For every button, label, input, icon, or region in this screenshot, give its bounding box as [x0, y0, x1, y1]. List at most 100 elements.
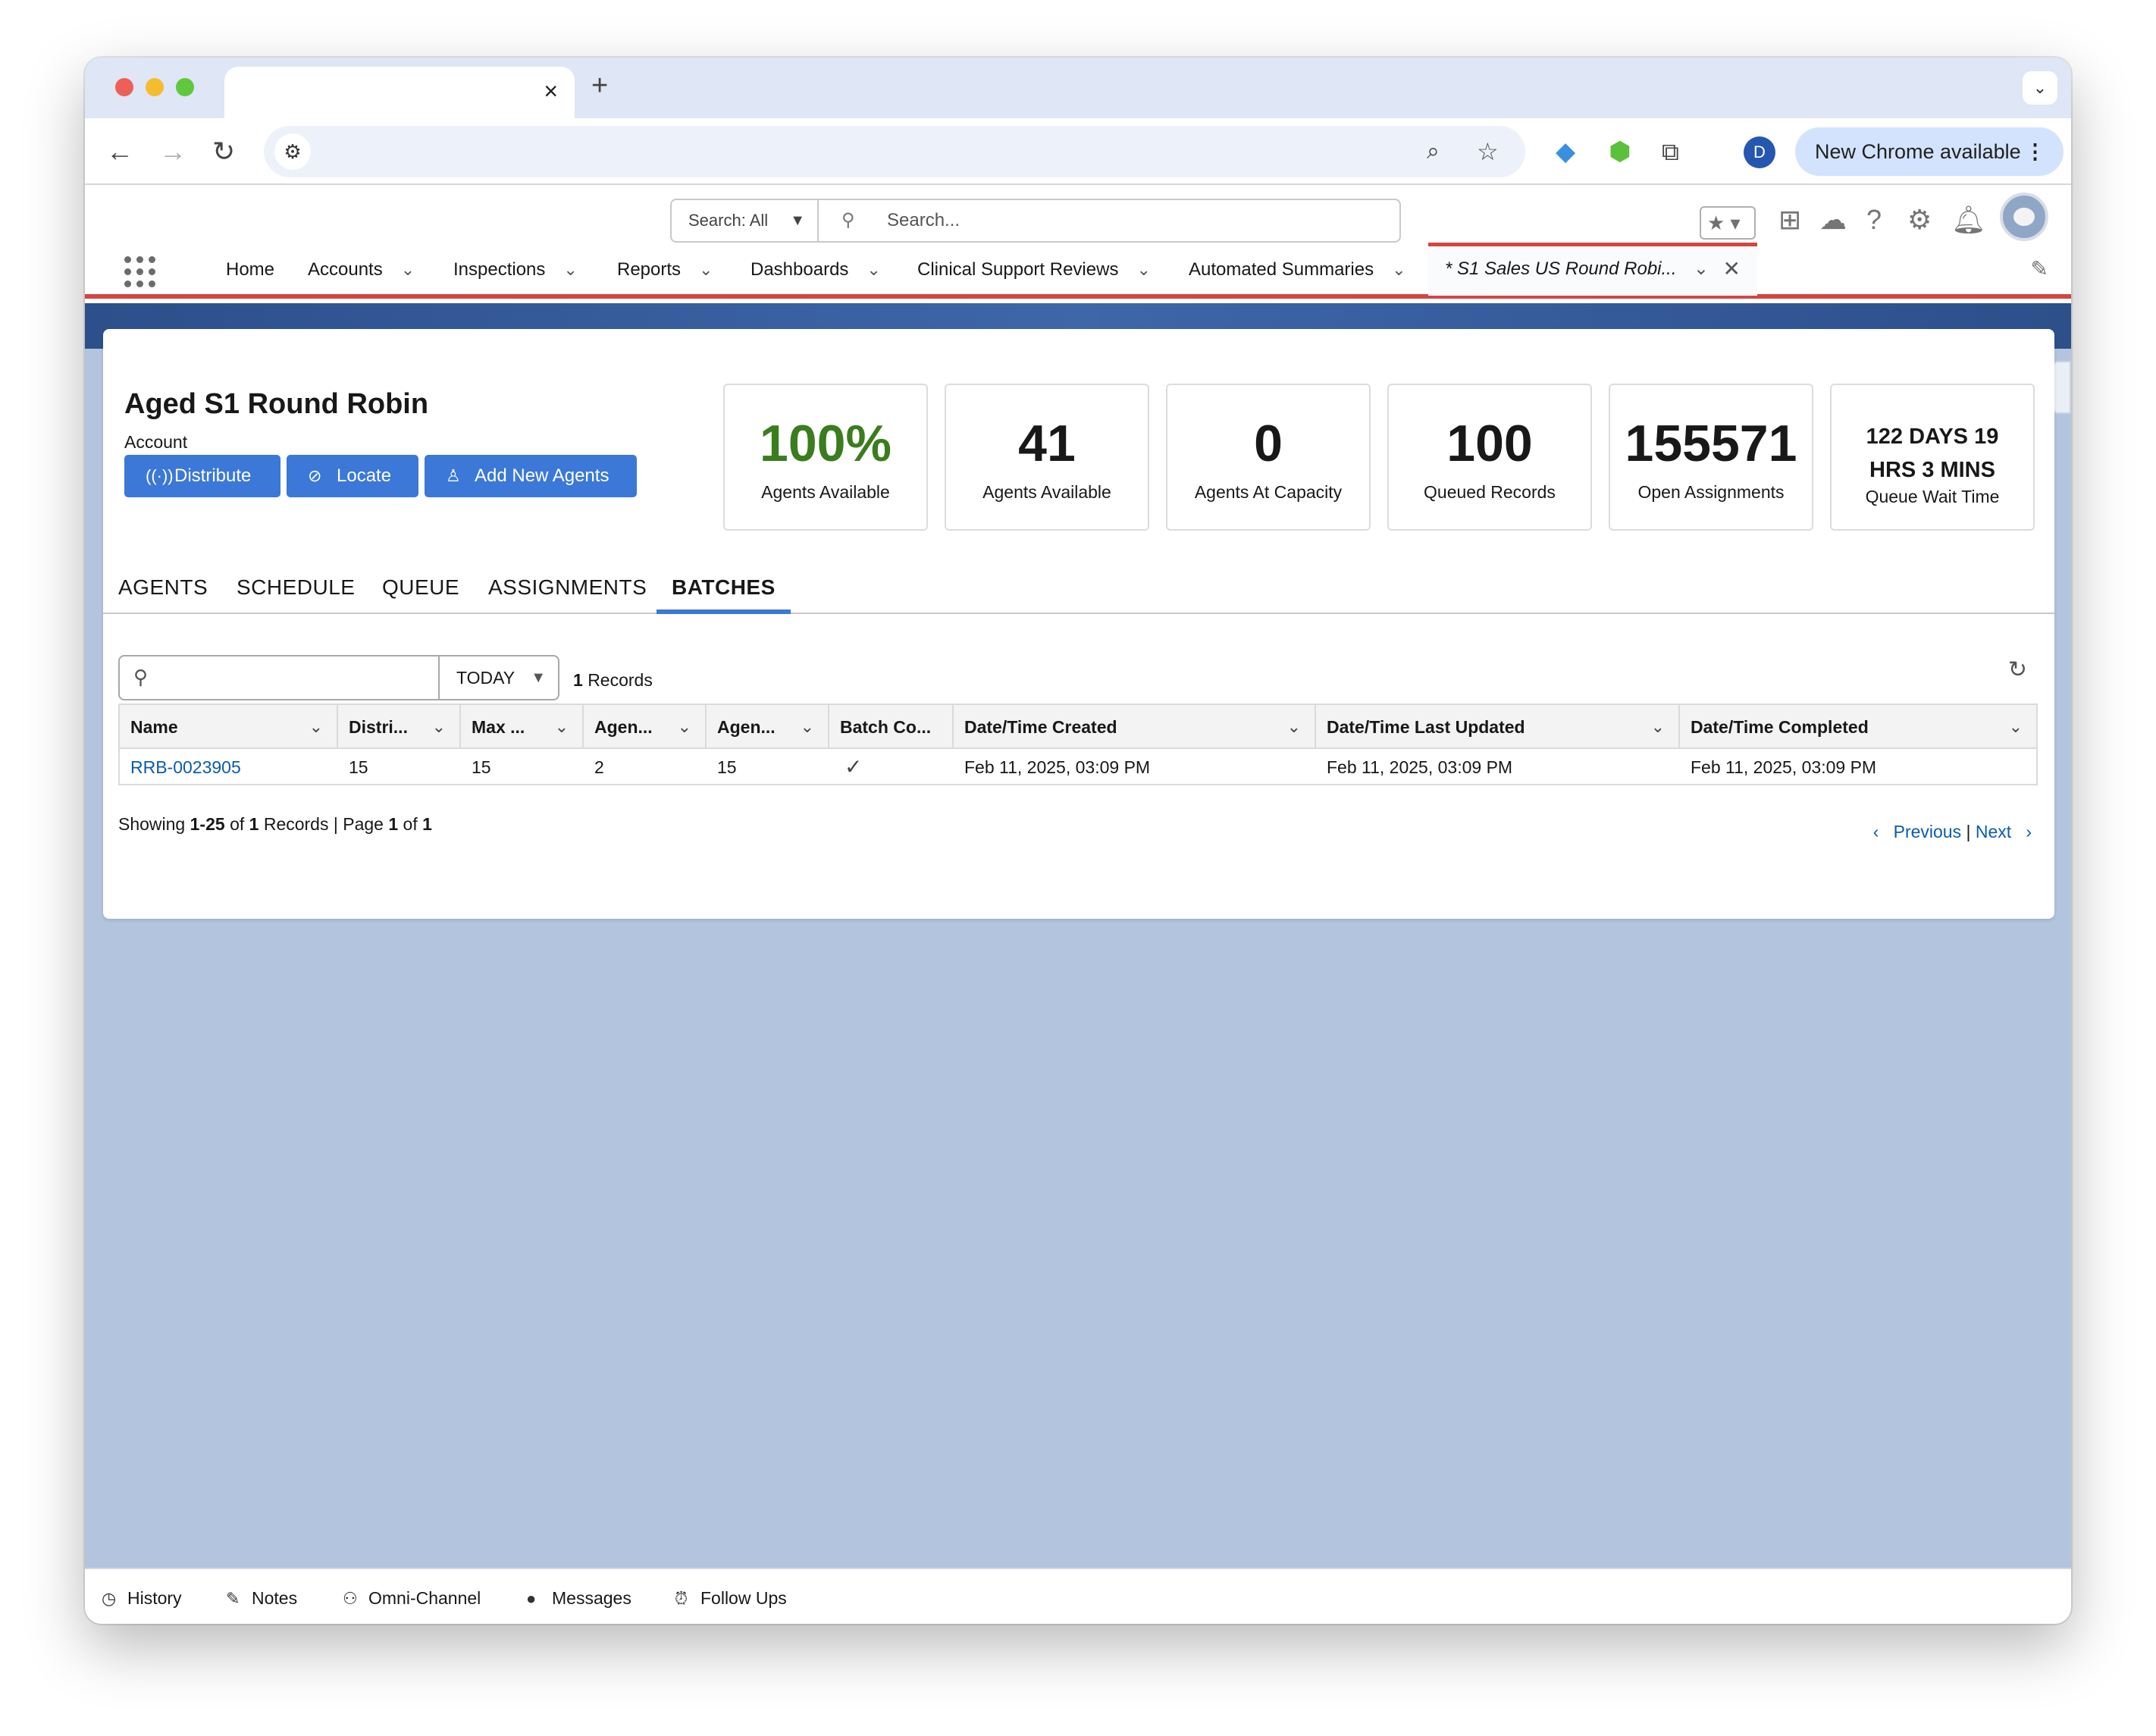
- utility-omni-channel[interactable]: ⚇ Omni-Channel: [343, 1583, 481, 1614]
- edit-nav-pencil-icon[interactable]: ✎: [2031, 256, 2048, 281]
- column-header-date-last-updated[interactable]: Date/Time Last Updated ⌄: [1316, 705, 1680, 749]
- nav-item-clinical-support-reviews[interactable]: Clinical Support Reviews ⌄: [917, 255, 1151, 285]
- back-icon[interactable]: ←: [106, 132, 133, 171]
- minimize-window-button[interactable]: [146, 78, 164, 96]
- chevron-down-icon[interactable]: ⌄: [1651, 705, 1665, 749]
- column-header-batch-complete[interactable]: Batch Co...: [829, 705, 954, 749]
- distribute-button[interactable]: ((·)) Distribute: [124, 455, 280, 497]
- stat-value: 122 DAYS 19 HRS 3 MINS: [1866, 425, 1999, 482]
- pagination-summary: Showing 1-25 of 1 Records | Page 1 of 1: [118, 814, 432, 834]
- tab-search-button[interactable]: ⌄: [2023, 71, 2057, 105]
- nav-item-dashboards[interactable]: Dashboards ⌄: [751, 255, 881, 285]
- tab-queue[interactable]: QUEUE: [382, 569, 459, 606]
- utility-follow-ups[interactable]: ⏰︎ Follow Ups: [675, 1583, 787, 1614]
- favorites-button[interactable]: ★ ▾: [1700, 206, 1756, 240]
- locate-button[interactable]: ⊘ Locate: [287, 455, 418, 497]
- new-tab-button[interactable]: +: [591, 70, 608, 102]
- nav-item-reports[interactable]: Reports ⌄: [617, 255, 713, 285]
- batch-name-link[interactable]: RRB-0023905: [120, 749, 241, 785]
- notifications-bell-icon[interactable]: 🔔︎: [1951, 200, 1986, 240]
- tab-schedule[interactable]: SCHEDULE: [237, 569, 355, 606]
- chevron-down-icon[interactable]: ⌄: [2009, 705, 2023, 749]
- record-count: 1 Records: [573, 670, 653, 690]
- previous-chevron-icon[interactable]: ‹: [1873, 822, 1879, 841]
- batch-search-input[interactable]: ⚲: [118, 655, 440, 700]
- chevron-down-icon[interactable]: ⌄: [866, 260, 880, 279]
- period-filter-dropdown[interactable]: TODAY ▼: [440, 655, 559, 700]
- app-launcher-icon[interactable]: [124, 256, 156, 288]
- search-scope-label: Search: All: [688, 211, 769, 230]
- setup-gear-icon[interactable]: ⚙: [1907, 200, 1932, 240]
- chevron-down-icon[interactable]: ⌄: [1287, 705, 1301, 749]
- nav-item-accounts[interactable]: Accounts ⌄: [308, 255, 415, 285]
- new-chrome-available-button[interactable]: New Chrome available ⋮: [1795, 127, 2064, 176]
- trailhead-icon[interactable]: ☁: [1819, 200, 1847, 240]
- chrome-menu-icon[interactable]: ⋮: [2025, 127, 2045, 176]
- stat-queued-records: 100 Queued Records: [1387, 384, 1592, 531]
- user-avatar[interactable]: [2000, 193, 2048, 241]
- extension-green-icon[interactable]: ⬢: [1609, 132, 1631, 171]
- close-tab-icon[interactable]: ×: [544, 77, 558, 105]
- close-window-button[interactable]: [115, 78, 133, 96]
- reload-icon[interactable]: ↻: [212, 132, 235, 171]
- chevron-down-icon[interactable]: ⌄: [1392, 260, 1405, 279]
- add-new-agents-button[interactable]: ♙ Add New Agents: [425, 455, 637, 497]
- forward-icon[interactable]: →: [159, 132, 186, 171]
- next-link[interactable]: Next: [1976, 822, 2011, 841]
- stat-agents-available: 41 Agents Available: [945, 384, 1149, 531]
- column-header-distri[interactable]: Distri... ⌄: [338, 705, 461, 749]
- column-header-name[interactable]: Name ⌄: [120, 705, 338, 749]
- nav-tab-active-record[interactable]: * S1 Sales US Round Robi... ⌄ ✕: [1428, 243, 1757, 296]
- chevron-down-icon[interactable]: ⌄: [401, 260, 415, 279]
- browser-window: × + ⌄ ← → ↻ ⚙ ⌕ ☆ ◆ ⬢ ⧉ D New Chrome ava…: [85, 58, 2071, 1624]
- nav-item-home[interactable]: Home: [226, 255, 274, 285]
- utility-bar: ◷ History ✎ Notes ⚇ Omni-Channel ● Messages …: [85, 1568, 2071, 1624]
- column-header-date-completed[interactable]: Date/Time Completed ⌄: [1680, 705, 2036, 749]
- column-header-agen-1[interactable]: Agen... ⌄: [584, 705, 707, 749]
- utility-notes[interactable]: ✎ Notes: [226, 1583, 297, 1614]
- maximize-window-button[interactable]: [176, 78, 194, 96]
- browser-tab[interactable]: ×: [224, 67, 575, 118]
- bookmark-star-icon[interactable]: ☆: [1477, 132, 1499, 171]
- site-info-icon[interactable]: ⚙: [274, 133, 311, 170]
- refresh-icon[interactable]: ↻: [2008, 656, 2027, 683]
- chevron-down-icon[interactable]: ⌄: [432, 705, 446, 749]
- zoom-icon[interactable]: ⌕: [1427, 132, 1440, 171]
- tab-batches[interactable]: BATCHES: [657, 569, 791, 614]
- previous-link[interactable]: Previous: [1894, 822, 1961, 841]
- help-icon[interactable]: ?: [1866, 200, 1882, 240]
- close-icon[interactable]: ✕: [1723, 246, 1741, 292]
- utility-messages[interactable]: ● Messages: [526, 1583, 631, 1614]
- utility-history[interactable]: ◷ History: [102, 1583, 182, 1614]
- chevron-down-icon[interactable]: ⌄: [309, 705, 323, 749]
- chevron-down-icon[interactable]: ⌄: [563, 260, 577, 279]
- column-header-agen-2[interactable]: Agen... ⌄: [707, 705, 829, 749]
- side-panel-handle[interactable]: [2053, 361, 2071, 414]
- global-actions-icon[interactable]: ⊞: [1778, 200, 1801, 240]
- chevron-down-icon[interactable]: ⌄: [555, 705, 569, 749]
- pagination-controls: ‹ Previous | Next ›: [1872, 822, 2032, 841]
- chevron-down-icon[interactable]: ⌄: [801, 705, 814, 749]
- stat-agents-at-capacity: 0 Agents At Capacity: [1166, 384, 1371, 531]
- alarm-clock-icon: ⏰︎: [675, 1589, 688, 1608]
- chevron-down-icon[interactable]: ⌄: [678, 705, 691, 749]
- stat-label: Open Assignments: [1637, 482, 1785, 502]
- global-search-input[interactable]: ⚲ Search...: [817, 199, 1401, 243]
- profile-avatar[interactable]: D: [1744, 136, 1775, 168]
- stat-value: 155571: [1625, 415, 1797, 472]
- nav-item-automated-summaries[interactable]: Automated Summaries ⌄: [1189, 255, 1406, 285]
- column-header-date-created[interactable]: Date/Time Created ⌄: [954, 705, 1316, 749]
- tab-agents[interactable]: AGENTS: [118, 569, 208, 606]
- tab-assignments[interactable]: ASSIGNMENTS: [488, 569, 647, 606]
- nav-item-inspections[interactable]: Inspections ⌄: [453, 255, 578, 285]
- search-scope-dropdown[interactable]: Search: All ▼: [670, 199, 819, 243]
- chevron-down-icon[interactable]: ⌄: [1136, 260, 1150, 279]
- column-header-max[interactable]: Max ... ⌄: [461, 705, 584, 749]
- extension-cube-icon[interactable]: ◆: [1556, 132, 1575, 171]
- address-bar[interactable]: ⚙ ⌕ ☆: [264, 126, 1525, 177]
- clock-icon: ◷: [102, 1589, 117, 1608]
- chevron-down-icon[interactable]: ⌄: [1694, 246, 1709, 292]
- next-chevron-icon[interactable]: ›: [2026, 822, 2032, 841]
- extensions-puzzle-icon[interactable]: ⧉: [1662, 132, 1679, 171]
- chevron-down-icon[interactable]: ⌄: [699, 260, 713, 279]
